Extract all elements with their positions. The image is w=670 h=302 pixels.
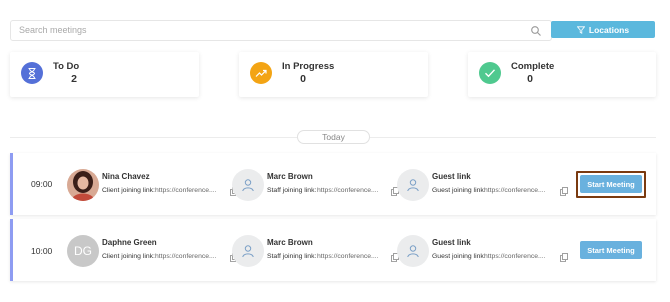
row-accent-bar <box>10 153 13 215</box>
search-icon[interactable] <box>530 25 542 37</box>
meeting-row[interactable]: 10:00 DG Daphne Green Client joining lin… <box>10 219 656 281</box>
stat-label: Complete <box>511 61 555 72</box>
stat-count: 2 <box>71 73 77 85</box>
start-meeting-button[interactable]: Start Meeting <box>580 241 642 259</box>
link-url[interactable]: https://conference.... <box>317 253 379 260</box>
avatar <box>67 169 99 201</box>
link-label: Client joining link: <box>102 187 155 194</box>
link-url[interactable]: https://conference.... <box>484 187 546 194</box>
avatar: DG <box>67 235 99 267</box>
stat-card-complete: Complete 0 <box>468 52 656 97</box>
user-icon <box>397 235 429 267</box>
copy-icon[interactable] <box>560 187 568 196</box>
link-label: Guest joining link: <box>432 187 486 194</box>
day-label: Today <box>297 130 370 144</box>
link-url[interactable]: https://conference.... <box>317 187 379 194</box>
link-label: Client joining link: <box>102 253 155 260</box>
stat-count: 0 <box>527 73 533 85</box>
hourglass-icon <box>21 62 43 84</box>
link-url[interactable]: https://conference.... <box>484 253 546 260</box>
start-meeting-button[interactable]: Start Meeting <box>580 175 642 193</box>
link-url[interactable]: https://conference.... <box>155 187 217 194</box>
row-accent-bar <box>10 219 13 281</box>
link-label: Staff joining link: <box>267 187 317 194</box>
stat-count: 0 <box>300 73 306 85</box>
participant-name: Guest link <box>432 172 471 181</box>
meeting-time: 10:00 <box>31 246 53 256</box>
meeting-time: 09:00 <box>31 179 53 189</box>
search-placeholder: Search meetings <box>19 25 87 35</box>
filter-icon <box>576 25 585 34</box>
user-icon <box>232 235 264 267</box>
stat-card-todo: To Do 2 <box>10 52 199 97</box>
search-input[interactable]: Search meetings <box>10 20 552 41</box>
participant-name: Marc Brown <box>267 238 313 247</box>
link-url[interactable]: https://conference.... <box>155 253 217 260</box>
participant-name: Marc Brown <box>267 172 313 181</box>
trend-up-icon <box>250 62 272 84</box>
participant-name: Nina Chavez <box>102 172 150 181</box>
meeting-row[interactable]: 09:00 Nina Chavez Client joining link: h… <box>10 153 656 215</box>
stat-label: To Do <box>53 61 80 72</box>
locations-button-label: Locations <box>588 24 630 35</box>
participant-name: Daphne Green <box>102 238 157 247</box>
user-icon <box>397 169 429 201</box>
stat-card-in-progress: In Progress 0 <box>239 52 428 97</box>
copy-icon[interactable] <box>560 253 568 262</box>
link-label: Staff joining link: <box>267 253 317 260</box>
user-icon <box>232 169 264 201</box>
link-label: Guest joining link: <box>432 253 486 260</box>
check-icon <box>479 62 501 84</box>
stat-label: In Progress <box>282 61 335 72</box>
participant-name: Guest link <box>432 238 471 247</box>
locations-button[interactable]: Locations <box>551 21 655 38</box>
